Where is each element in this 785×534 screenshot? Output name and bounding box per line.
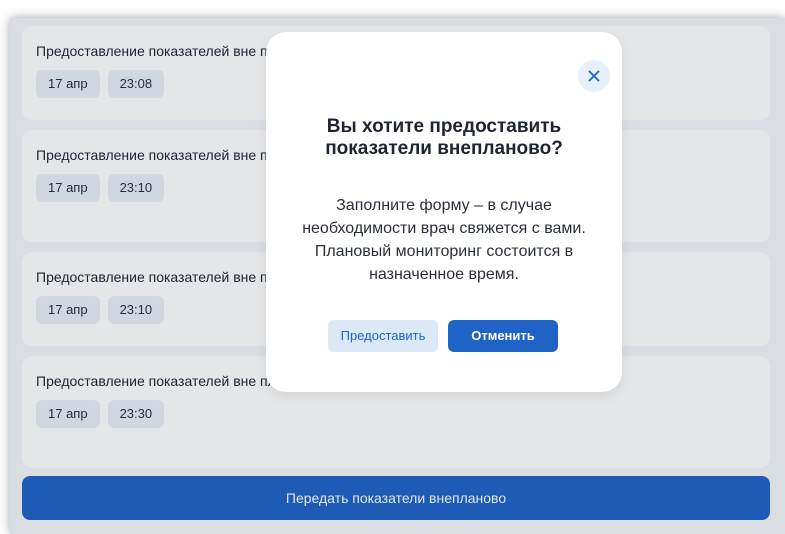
close-icon	[588, 70, 600, 82]
cancel-button[interactable]: Отменить	[448, 320, 558, 352]
dialog-title: Вы хотите предоставить показатели внепла…	[325, 116, 563, 159]
confirm-dialog: Вы хотите предоставить показатели внепла…	[266, 32, 622, 392]
dialog-message: Заполните форму – в случае необходимости…	[302, 197, 586, 283]
app-window: Предоставление показателей вне плана по …	[10, 18, 785, 534]
close-button[interactable]	[578, 60, 610, 92]
provide-button[interactable]: Предоставить	[328, 320, 438, 352]
